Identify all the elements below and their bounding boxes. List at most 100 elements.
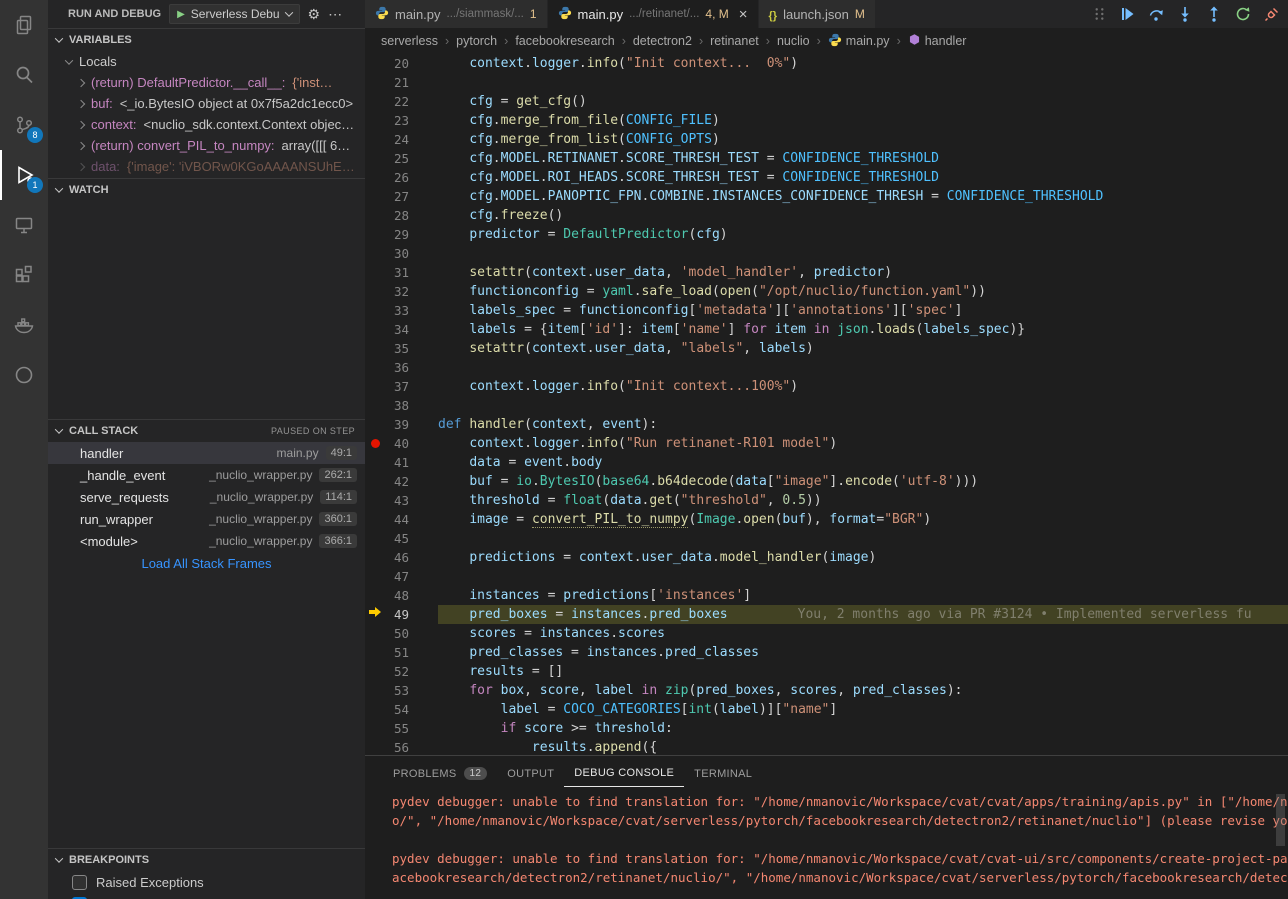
activity-bar-item-remote-explorer[interactable] [0, 200, 48, 250]
stack-frame[interactable]: <module>_nuclio_wrapper.py366:1 [48, 530, 365, 552]
call-stack-section-header[interactable]: CALL STACK PAUSED ON STEP [48, 420, 365, 442]
breakpoint-gutter[interactable]: 33 [365, 301, 438, 320]
breakpoint-gutter[interactable]: 35 [365, 339, 438, 358]
breakpoint-gutter[interactable]: 52 [365, 662, 438, 681]
code-line-21[interactable]: 21 [365, 73, 1288, 92]
code-line-51[interactable]: 51 pred_classes = instances.pred_classes [365, 643, 1288, 662]
breakpoint-gutter[interactable]: 28 [365, 206, 438, 225]
breadcrumb-item-pytorch[interactable]: pytorch [456, 34, 497, 48]
code-line-43[interactable]: 43 threshold = float(data.get("threshold… [365, 491, 1288, 510]
code-line-31[interactable]: 31 setattr(context.user_data, 'model_han… [365, 263, 1288, 282]
code-line-38[interactable]: 38 [365, 396, 1288, 415]
breadcrumb-item-serverless[interactable]: serverless [381, 34, 438, 48]
continue-icon[interactable] [1119, 6, 1135, 22]
close-icon[interactable]: × [739, 7, 748, 22]
code-line-41[interactable]: 41 data = event.body [365, 453, 1288, 472]
breakpoint-gutter[interactable]: 54 [365, 700, 438, 719]
breakpoint-gutter[interactable]: 56 [365, 738, 438, 755]
activity-bar-item-explorer[interactable] [0, 0, 48, 50]
breakpoint-gutter[interactable]: 22 [365, 92, 438, 111]
code-line-53[interactable]: 53 for box, score, label in zip(pred_box… [365, 681, 1288, 700]
code-line-34[interactable]: 34 labels = {item['id']: item['name'] fo… [365, 320, 1288, 339]
stack-frame[interactable]: serve_requests_nuclio_wrapper.py114:1 [48, 486, 365, 508]
breakpoint-item[interactable]: Raised Exceptions [48, 871, 365, 893]
code-line-39[interactable]: 39def handler(context, event): [365, 415, 1288, 434]
breakpoint-gutter[interactable]: 39 [365, 415, 438, 434]
code-line-52[interactable]: 52 results = [] [365, 662, 1288, 681]
panel-tab-output[interactable]: OUTPUT [497, 760, 564, 787]
code-line-55[interactable]: 55 if score >= threshold: [365, 719, 1288, 738]
breadcrumb-item-handler[interactable]: handler [908, 33, 967, 49]
code-line-37[interactable]: 37 context.logger.info("Init context...1… [365, 377, 1288, 396]
breakpoint-gutter[interactable]: 47 [365, 567, 438, 586]
stack-frame[interactable]: handlermain.py49:1 [48, 442, 365, 464]
breadcrumb-item-nuclio[interactable]: nuclio [777, 34, 810, 48]
editor-tab-main.py[interactable]: main.py.../retinanet/...4, M× [548, 0, 759, 28]
breakpoint-gutter[interactable]: 23 [365, 111, 438, 130]
disconnect-icon[interactable] [1264, 6, 1280, 22]
variables-section-header[interactable]: VARIABLES [48, 29, 365, 51]
code-editor[interactable]: 20 context.logger.info("Init context... … [365, 54, 1288, 755]
breakpoint-gutter[interactable]: 29 [365, 225, 438, 244]
breakpoint-gutter[interactable]: 31 [365, 263, 438, 282]
code-line-54[interactable]: 54 label = COCO_CATEGORIES[int(label)]["… [365, 700, 1288, 719]
code-line-27[interactable]: 27 cfg.MODEL.PANOPTIC_FPN.COMBINE.INSTAN… [365, 187, 1288, 206]
code-line-36[interactable]: 36 [365, 358, 1288, 377]
watch-section-header[interactable]: WATCH [48, 179, 365, 201]
panel-tab-terminal[interactable]: TERMINAL [684, 760, 762, 787]
gear-icon[interactable]: ⚙ [308, 6, 321, 23]
code-line-29[interactable]: 29 predictor = DefaultPredictor(cfg) [365, 225, 1288, 244]
more-actions-icon[interactable]: ⋯ [328, 6, 342, 23]
variable-row[interactable]: (return) DefaultPredictor.__call__:{'ins… [48, 72, 365, 93]
variable-row[interactable]: buf:<_io.BytesIO object at 0x7f5a2dc1ecc… [48, 93, 365, 114]
checkbox-unchecked[interactable] [72, 875, 87, 890]
panel-tab-problems[interactable]: PROBLEMS12 [383, 759, 497, 787]
code-line-47[interactable]: 47 [365, 567, 1288, 586]
breakpoint-icon[interactable] [371, 439, 380, 448]
breakpoint-gutter[interactable]: 32 [365, 282, 438, 301]
code-line-22[interactable]: 22 cfg = get_cfg() [365, 92, 1288, 111]
breakpoint-gutter[interactable]: 20 [365, 54, 438, 73]
editor-tab-main.py[interactable]: main.py.../siammask/...1 [365, 0, 548, 28]
breadcrumb-item-main.py[interactable]: main.py [828, 33, 890, 50]
code-line-48[interactable]: 48 instances = predictions['instances'] [365, 586, 1288, 605]
breakpoint-gutter[interactable]: 48 [365, 586, 438, 605]
breadcrumb-item-facebookresearch[interactable]: facebookresearch [515, 34, 614, 48]
breakpoint-gutter[interactable]: 50 [365, 624, 438, 643]
load-all-stack-frames-link[interactable]: Load All Stack Frames [48, 552, 365, 574]
gripper-icon[interactable] [1093, 6, 1106, 22]
activity-bar-item-circle[interactable] [0, 350, 48, 400]
panel-tab-debug-console[interactable]: DEBUG CONSOLE [564, 759, 684, 787]
code-line-20[interactable]: 20 context.logger.info("Init context... … [365, 54, 1288, 73]
breakpoint-gutter[interactable]: 43 [365, 491, 438, 510]
breakpoint-gutter[interactable]: 51 [365, 643, 438, 662]
activity-bar-item-run-and-debug[interactable]: 1 [0, 150, 48, 200]
code-line-23[interactable]: 23 cfg.merge_from_file(CONFIG_FILE) [365, 111, 1288, 130]
stack-frame[interactable]: _handle_event_nuclio_wrapper.py262:1 [48, 464, 365, 486]
code-line-42[interactable]: 42 buf = io.BytesIO(base64.b64decode(dat… [365, 472, 1288, 491]
breadcrumb-item-detectron2[interactable]: detectron2 [633, 34, 692, 48]
breakpoint-gutter[interactable]: 36 [365, 358, 438, 377]
code-line-56[interactable]: 56 results.append({ [365, 738, 1288, 755]
breakpoint-item[interactable]: ✓Uncaught Exceptions [48, 893, 365, 899]
code-line-28[interactable]: 28 cfg.freeze() [365, 206, 1288, 225]
step-into-icon[interactable] [1177, 6, 1193, 22]
variable-row[interactable]: (return) convert_PIL_to_numpy:array([[[ … [48, 135, 365, 156]
breakpoint-gutter[interactable]: 46 [365, 548, 438, 567]
activity-bar-item-source-control[interactable]: 8 [0, 100, 48, 150]
breakpoint-gutter[interactable]: 34 [365, 320, 438, 339]
breakpoint-gutter[interactable]: 25 [365, 149, 438, 168]
step-out-icon[interactable] [1206, 6, 1222, 22]
breakpoint-gutter[interactable]: 55 [365, 719, 438, 738]
breakpoint-gutter[interactable]: 49 [365, 605, 438, 624]
code-line-24[interactable]: 24 cfg.merge_from_list(CONFIG_OPTS) [365, 130, 1288, 149]
breadcrumb-item-retinanet[interactable]: retinanet [710, 34, 759, 48]
code-line-33[interactable]: 33 labels_spec = functionconfig['metadat… [365, 301, 1288, 320]
restart-icon[interactable] [1235, 6, 1251, 22]
code-line-30[interactable]: 30 [365, 244, 1288, 263]
variable-row[interactable]: context:<nuclio_sdk.context.Context obje… [48, 114, 365, 135]
code-line-32[interactable]: 32 functionconfig = yaml.safe_load(open(… [365, 282, 1288, 301]
code-line-50[interactable]: 50 scores = instances.scores [365, 624, 1288, 643]
scrollbar[interactable] [1276, 794, 1285, 846]
breakpoint-gutter[interactable]: 40 [365, 434, 438, 453]
